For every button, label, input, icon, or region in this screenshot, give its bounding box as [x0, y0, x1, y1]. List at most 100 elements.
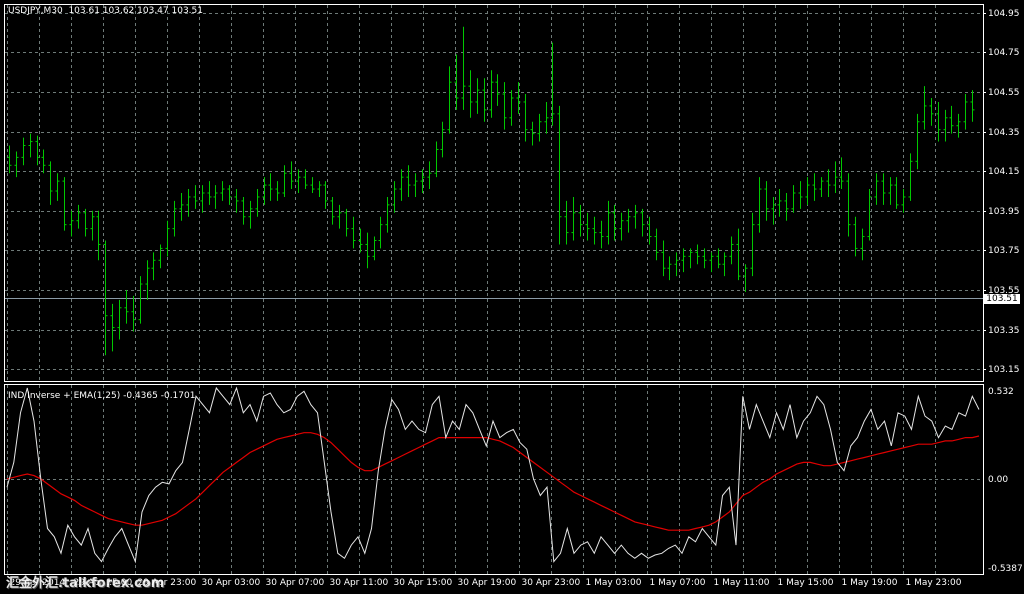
ohlc-bar [544, 101, 549, 134]
time-tick-label: 1 May 11:00 [713, 578, 770, 588]
price-tick-label: 104.75 [988, 47, 1020, 58]
ohlc-bar [805, 177, 810, 205]
ohlc-bar [303, 169, 308, 190]
indicator-panel-grid [5, 385, 983, 574]
ohlc-bar [681, 248, 686, 273]
ohlc-bar [413, 173, 418, 197]
chart-canvas[interactable] [0, 0, 1024, 594]
ohlc-bar [151, 252, 156, 281]
ohlc-bar [874, 173, 879, 205]
time-tick-label: 30 Apr 19:00 [457, 578, 517, 588]
ohlc-bar [35, 135, 40, 166]
ohlc-bar [881, 173, 886, 205]
ohlc-bar [447, 66, 452, 134]
ohlc-bar [234, 189, 239, 213]
ohlc-bar [268, 173, 273, 201]
ohlc-bar [970, 90, 975, 122]
ohlc-bar [48, 161, 53, 205]
ohlc-bar [495, 74, 500, 106]
ohlc-bar [406, 165, 411, 197]
ohlc-bar [275, 181, 280, 201]
ohlc-bar [186, 189, 191, 217]
ohlc-bar [963, 94, 968, 130]
ohlc-bar [344, 208, 349, 237]
price-tick-label: 103.75 [988, 245, 1020, 256]
ohlc-bar [894, 177, 899, 209]
price-tick-label: 104.35 [988, 127, 1020, 138]
ohlc-bar [702, 248, 707, 269]
ohlc-bar [784, 193, 789, 221]
ohlc-bar [908, 153, 913, 201]
ohlc-bar [557, 105, 562, 245]
ohlc-bar [592, 216, 597, 245]
ohlc-bar [943, 109, 948, 142]
ohlc-bar [255, 189, 260, 217]
price-bars [7, 26, 975, 356]
ohlc-bar [956, 113, 961, 138]
ohlc-bar [915, 113, 920, 170]
ohlc-bar [358, 228, 363, 253]
ohlc-bar [571, 196, 576, 241]
time-tick-label: 1 May 15:00 [777, 578, 834, 588]
time-tick-label: 30 Apr 03:00 [201, 578, 261, 588]
price-tick-label: 104.55 [988, 87, 1020, 98]
ohlc-bar [839, 157, 844, 190]
time-tick-label: 1 May 07:00 [649, 578, 706, 588]
ohlc-bar [936, 101, 941, 142]
ohlc-bar [110, 303, 115, 352]
price-tick-label: 103.35 [988, 325, 1020, 336]
ohlc-bar [21, 137, 26, 166]
ohlc-bar [241, 196, 246, 225]
ohlc-bar [722, 252, 727, 277]
indicator-chart-title: IND Inverse + EMA(1,25) -0.4365 -0.1701 [8, 391, 196, 401]
ohlc-bar [158, 244, 163, 269]
ohlc-bar [385, 196, 390, 233]
ohlc-bar [530, 121, 535, 146]
ohlc-bar [661, 240, 666, 277]
ohlc-bar [647, 216, 652, 245]
ohlc-bar [296, 169, 301, 193]
ema-line [6, 432, 980, 531]
ohlc-bar [826, 169, 831, 197]
ohlc-bar [771, 196, 776, 225]
price-tick-label: 103.95 [988, 206, 1020, 217]
ohlc-bar [131, 295, 136, 332]
ohlc-bar [207, 181, 212, 205]
ohlc-bar [674, 252, 679, 277]
ohlc-bar [62, 177, 67, 231]
price-panel-frame [4, 4, 984, 382]
ohlc-bar [640, 208, 645, 237]
ohlc-bar [461, 26, 466, 110]
ohlc-bar [523, 94, 528, 142]
ohlc-bar [626, 208, 631, 233]
ohlc-bar [41, 149, 46, 174]
ohlc-bar [695, 244, 700, 265]
ohlc-bar [220, 181, 225, 201]
ohlc-bar [7, 145, 12, 174]
ohlc-bar [599, 220, 604, 249]
time-tick-label: 1 May 23:00 [905, 578, 962, 588]
ohlc-bar [764, 181, 769, 221]
time-tick-label: 30 Apr 15:00 [393, 578, 453, 588]
ohlc-bar [688, 248, 693, 269]
time-tick-label: 30 Apr 07:00 [265, 578, 325, 588]
ohlc-bar [337, 204, 342, 229]
ohlc-bar [537, 113, 542, 142]
ohlc-bar [76, 204, 81, 229]
ohlc-bar [124, 289, 129, 324]
ohlc-bar [317, 181, 322, 197]
ohlc-bar [310, 177, 315, 193]
indicator-tick-label: -0.5387 [988, 563, 1023, 574]
ohlc-bar [213, 185, 218, 209]
ohlc-bar [440, 121, 445, 158]
ohlc-bar [90, 210, 95, 241]
ohlc-bar [888, 177, 893, 205]
ohlc-bar [96, 210, 101, 261]
indicator-line [6, 386, 980, 564]
ohlc-bar [28, 133, 33, 158]
indicator-tick-label: 0.532 [988, 386, 1014, 397]
ohlc-bar [564, 200, 569, 245]
ohlc-bar [667, 256, 672, 281]
ohlc-bar [172, 200, 177, 237]
ohlc-bar [777, 189, 782, 217]
